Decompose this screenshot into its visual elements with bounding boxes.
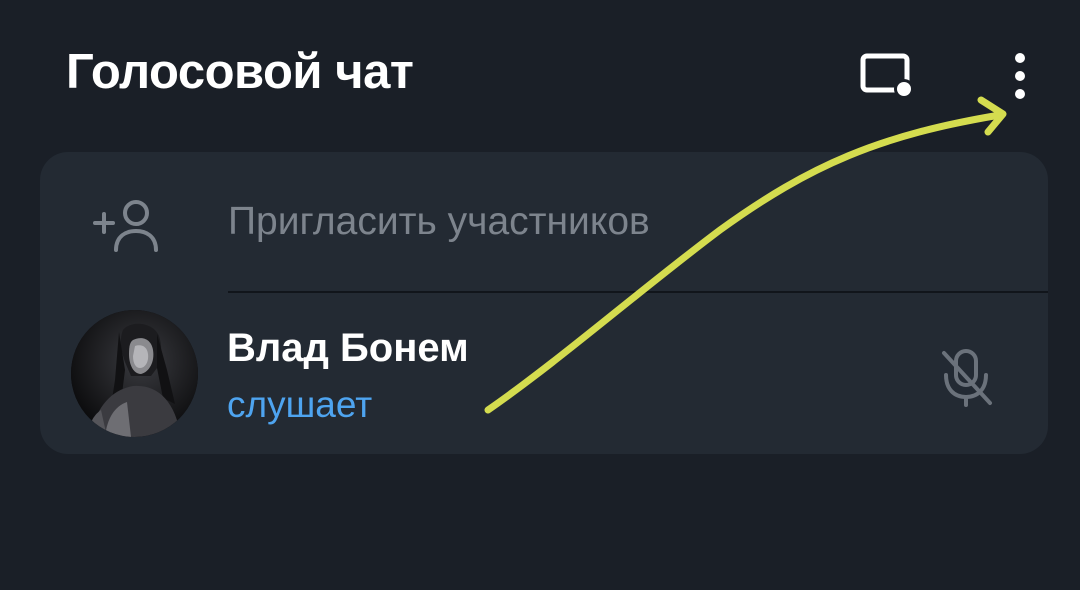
- participants-card: Пригласить участников Влад Бонем слушает: [40, 152, 1048, 454]
- participant-name: Влад Бонем: [227, 326, 469, 370]
- more-vertical-icon: [1015, 53, 1025, 99]
- add-user-icon: [93, 200, 158, 252]
- more-options-button[interactable]: [988, 44, 1052, 108]
- avatar: [71, 310, 198, 437]
- participant-row[interactable]: Влад Бонем слушает: [40, 293, 1048, 454]
- invite-participants-label: Пригласить участников: [228, 200, 650, 243]
- participant-status: слушает: [227, 384, 373, 425]
- screen-share-button[interactable]: [855, 44, 919, 108]
- mic-muted-icon: [942, 349, 992, 407]
- mic-toggle-button[interactable]: [928, 339, 1004, 415]
- page-title: Голосовой чат: [66, 45, 414, 99]
- invite-participants-button[interactable]: Пригласить участников: [40, 152, 1048, 292]
- screen-share-icon: [860, 53, 914, 99]
- voice-chat-screen: Голосовой чат Пригласить участников Влад…: [0, 0, 1080, 590]
